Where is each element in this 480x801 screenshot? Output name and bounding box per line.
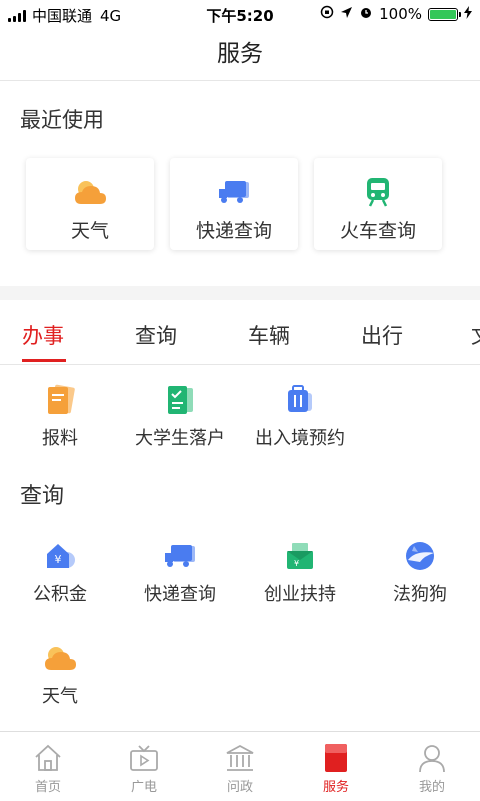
service-graduate-settle[interactable]: 大学生落户	[120, 384, 240, 450]
charging-icon	[464, 5, 472, 23]
service-label: 报料	[42, 428, 78, 449]
bottom-navigation: 首页 广电 问政 服务 我的	[0, 731, 480, 801]
category-tabs: 办事 查询 车辆 出行 文	[0, 300, 480, 365]
nav-inquiry[interactable]: 问政	[192, 732, 288, 801]
service-report[interactable]: 报料	[0, 384, 120, 450]
nav-label: 广电	[130, 780, 157, 795]
checklist-icon	[165, 384, 195, 416]
battery-icon	[428, 7, 461, 21]
rotation-lock-icon	[320, 5, 334, 23]
battery-percent: 100%	[379, 5, 422, 23]
service-label: 天气	[42, 686, 78, 707]
alarm-icon	[359, 5, 373, 23]
government-icon	[224, 742, 256, 774]
nav-label: 首页	[34, 780, 61, 795]
nav-label: 问政	[226, 780, 253, 795]
recent-card-label: 天气	[70, 220, 109, 242]
tab-chaxun[interactable]: 查询	[135, 320, 177, 350]
service-exit-entry[interactable]: 出入境预约	[240, 384, 360, 450]
recent-card-train[interactable]: 火车查询	[314, 158, 442, 250]
tab-wen[interactable]: 文	[471, 320, 480, 350]
recent-cards: 天气 快递查询 火车查询	[26, 158, 442, 250]
nav-broadcast[interactable]: 广电	[96, 732, 192, 801]
luggage-icon	[284, 384, 316, 416]
nav-label: 服务	[322, 780, 349, 795]
nav-profile[interactable]: 我的	[384, 732, 480, 801]
money-envelope-icon: ¥	[285, 540, 315, 572]
recent-card-label: 火车查询	[339, 220, 416, 242]
dog-icon	[404, 540, 436, 572]
tab-cheliang[interactable]: 车辆	[248, 320, 290, 350]
tab-chuxing[interactable]: 出行	[361, 320, 403, 350]
location-icon	[340, 5, 353, 23]
service-icon	[323, 742, 349, 774]
service-label: 公积金	[33, 584, 87, 605]
recent-card-label: 快递查询	[195, 220, 272, 242]
housing-fund-icon: ¥	[44, 540, 76, 572]
nav-label: 我的	[418, 780, 445, 795]
svg-text:¥: ¥	[294, 559, 299, 568]
recent-section-title: 最近使用	[20, 108, 104, 132]
tab-banshi[interactable]: 办事	[22, 320, 64, 350]
service-label: 快递查询	[144, 584, 216, 605]
home-icon	[33, 742, 63, 774]
report-icon	[44, 384, 76, 416]
profile-icon	[417, 742, 447, 774]
service-housing-fund[interactable]: ¥ 公积金	[0, 540, 120, 606]
weather-icon	[43, 642, 77, 674]
weather-icon	[73, 176, 107, 208]
tv-icon	[129, 742, 159, 774]
service-label: 出入境预约	[255, 428, 345, 449]
recent-card-express[interactable]: 快递查询	[170, 158, 298, 250]
service-startup-support[interactable]: ¥ 创业扶持	[240, 540, 360, 606]
query-section-title: 查询	[20, 484, 65, 509]
active-tab-indicator	[22, 359, 66, 362]
recent-card-weather[interactable]: 天气	[26, 158, 154, 250]
truck-icon	[217, 176, 251, 208]
service-weather[interactable]: 天气	[0, 642, 120, 708]
svg-text:¥: ¥	[55, 553, 62, 566]
train-icon	[364, 176, 392, 208]
service-label: 创业扶持	[264, 584, 336, 605]
nav-home[interactable]: 首页	[0, 732, 96, 801]
service-express[interactable]: 快递查询	[120, 540, 240, 606]
truck-icon	[163, 540, 197, 572]
service-fagougou[interactable]: 法狗狗	[360, 540, 480, 606]
status-bar: 中国联通 4G 下午5:20 100%	[0, 0, 480, 28]
service-label: 法狗狗	[393, 584, 447, 605]
nav-service[interactable]: 服务	[288, 732, 384, 801]
service-label: 大学生落户	[135, 428, 225, 449]
section-divider	[0, 286, 480, 300]
page-title: 服务	[0, 28, 480, 81]
